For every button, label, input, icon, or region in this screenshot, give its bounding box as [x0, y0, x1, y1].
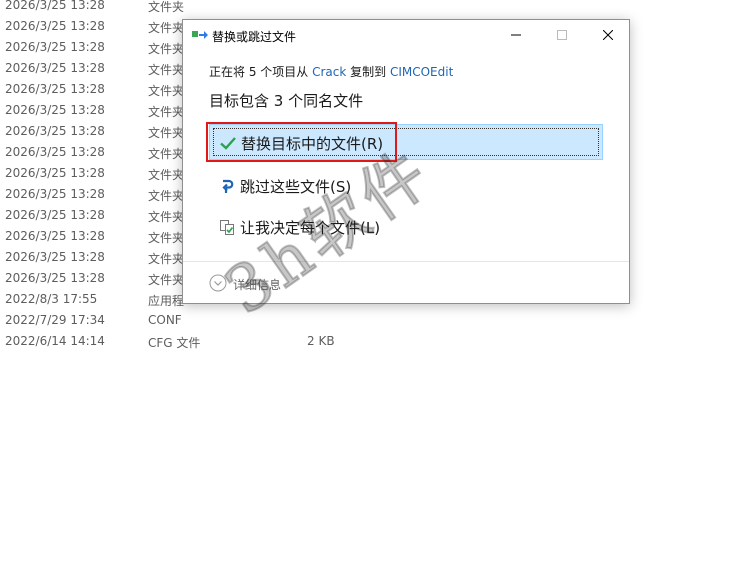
- file-type: 文件夹: [148, 210, 185, 224]
- file-size: 2 KB: [307, 334, 335, 348]
- decide-each-file-option[interactable]: 让我决定每个文件(L): [209, 209, 603, 245]
- file-row[interactable]: 2022/7/29 17:34 CONF: [0, 309, 734, 330]
- file-date: 2026/3/25 13:28: [5, 271, 105, 285]
- file-type: 文件夹: [148, 105, 185, 119]
- file-date: 2022/6/14 14:14: [5, 334, 105, 348]
- skip-files-option[interactable]: 跳过这些文件(S): [209, 168, 603, 204]
- file-date: 2026/3/25 13:28: [5, 61, 105, 75]
- file-type: 文件夹: [148, 126, 185, 140]
- file-type: CONF: [148, 313, 182, 327]
- title-bar[interactable]: 替换或跳过文件: [183, 20, 629, 50]
- replace-skip-dialog: 替换或跳过文件 正在将 5 个项目从 Crack 复制到 CIMCOEdit 目…: [182, 19, 630, 304]
- file-type: 文件夹: [148, 21, 185, 35]
- compare-files-icon: [220, 220, 234, 235]
- annotation-highlight-box: [206, 122, 397, 162]
- file-date: 2026/3/25 13:28: [5, 0, 105, 12]
- file-type: 文件夹: [148, 168, 185, 182]
- file-date: 2026/3/25 13:28: [5, 124, 105, 138]
- decide-each-file-label: 让我决定每个文件(L): [240, 219, 381, 237]
- file-date: 2026/3/25 13:28: [5, 103, 105, 117]
- file-date: 2026/3/25 13:28: [5, 229, 105, 243]
- copy-files-icon: [192, 31, 208, 39]
- close-button[interactable]: [585, 20, 631, 50]
- file-type: 文件夹: [148, 84, 185, 98]
- file-date: 2022/8/3 17:55: [5, 292, 98, 306]
- minimize-button[interactable]: [493, 20, 539, 50]
- file-type: CFG 文件: [148, 336, 201, 350]
- source-folder-link[interactable]: Crack: [312, 65, 346, 79]
- maximize-button[interactable]: [539, 20, 585, 50]
- close-icon: [603, 30, 613, 40]
- dialog-title: 替换或跳过文件: [212, 30, 297, 44]
- minimize-icon: [511, 34, 521, 36]
- file-row[interactable]: 2022/6/14 14:14 CFG 文件 2 KB: [0, 330, 734, 351]
- file-date: 2026/3/25 13:28: [5, 82, 105, 96]
- divider: [183, 261, 629, 262]
- file-type: 文件夹: [148, 63, 185, 77]
- dialog-heading: 目标包含 3 个同名文件: [209, 92, 364, 110]
- subtitle-prefix: 正在将 5 个项目从: [209, 65, 313, 79]
- file-date: 2026/3/25 13:28: [5, 187, 105, 201]
- skip-arrow-icon: [222, 179, 234, 193]
- subtitle-middle: 复制到: [346, 65, 390, 79]
- file-date: 2026/3/25 13:28: [5, 19, 105, 33]
- file-type: 文件夹: [148, 252, 185, 266]
- chevron-down-icon: [209, 274, 227, 292]
- file-type: 文件夹: [148, 189, 185, 203]
- maximize-icon: [557, 30, 567, 40]
- file-type: 文件夹: [148, 147, 185, 161]
- details-label: 详细信息: [233, 278, 282, 292]
- file-type: 文件夹: [148, 42, 185, 56]
- skip-files-label: 跳过这些文件(S): [240, 178, 352, 196]
- file-date: 2026/3/25 13:28: [5, 145, 105, 159]
- file-row[interactable]: 2026/3/25 13:28 文件夹: [0, 0, 734, 15]
- file-date: 2026/3/25 13:28: [5, 208, 105, 222]
- file-type: 文件夹: [148, 231, 185, 245]
- file-date: 2026/3/25 13:28: [5, 166, 105, 180]
- destination-folder-link[interactable]: CIMCOEdit: [390, 65, 453, 79]
- file-date: 2026/3/25 13:28: [5, 250, 105, 264]
- file-date: 2026/3/25 13:28: [5, 40, 105, 54]
- copy-progress-text: 正在将 5 个项目从 Crack 复制到 CIMCOEdit: [209, 63, 453, 80]
- file-date: 2022/7/29 17:34: [5, 313, 105, 327]
- file-type: 应用程: [148, 294, 185, 308]
- file-type: 文件夹: [148, 0, 185, 14]
- file-type: 文件夹: [148, 273, 185, 287]
